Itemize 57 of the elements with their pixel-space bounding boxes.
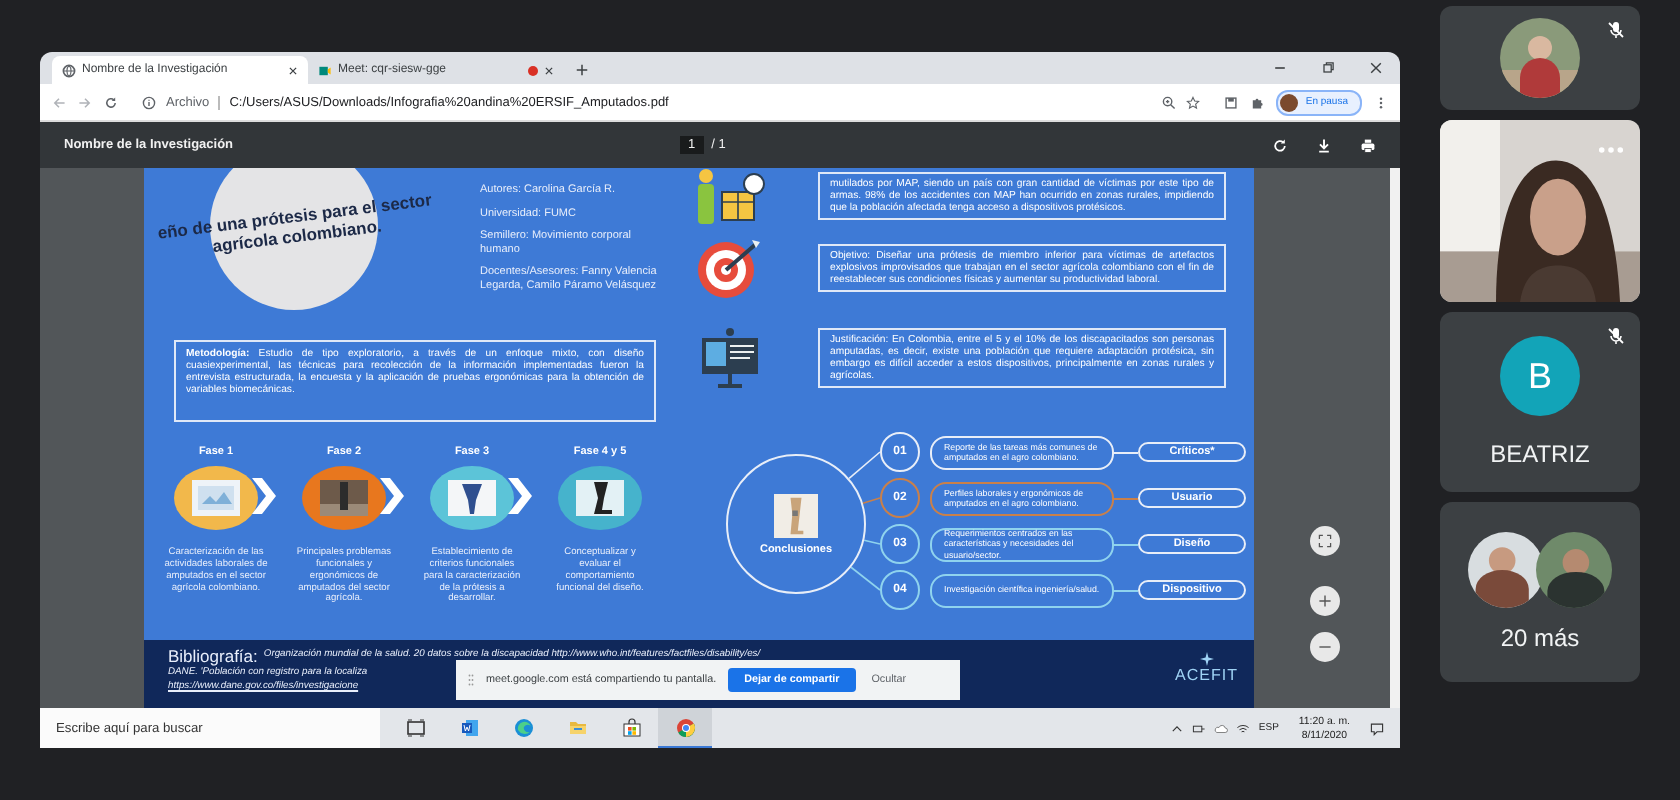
- grip-icon: [468, 674, 474, 686]
- connector-line: [863, 539, 881, 545]
- restore-icon[interactable]: [1320, 60, 1336, 76]
- chevron-arrow: [252, 478, 276, 514]
- cloud-icon[interactable]: [1214, 721, 1229, 735]
- new-tab-icon[interactable]: [576, 64, 588, 76]
- close-icon[interactable]: [1368, 60, 1384, 76]
- save-icon[interactable]: [1223, 95, 1238, 109]
- star-icon[interactable]: [1185, 95, 1200, 109]
- participant-tile[interactable]: B BEATRIZ: [1440, 312, 1640, 492]
- chrome-icon: [675, 717, 695, 737]
- shopping-bag-icon: [621, 718, 641, 738]
- more-participants-label[interactable]: 20 más: [1500, 624, 1580, 652]
- plus-icon: [1318, 594, 1332, 608]
- minus-icon: [1318, 640, 1332, 654]
- meet-icon: [318, 63, 332, 77]
- zoom-icon[interactable]: [1161, 95, 1176, 109]
- connector-line: [1114, 543, 1138, 545]
- star-logo-icon: [1199, 652, 1214, 666]
- fit-button[interactable]: [1310, 526, 1340, 556]
- participant-tile[interactable]: [1440, 6, 1640, 110]
- network-icon[interactable]: [1192, 721, 1207, 735]
- info-icon: [142, 95, 156, 109]
- taskbar-app[interactable]: [658, 708, 712, 748]
- task-view-icon: [405, 718, 425, 738]
- wifi-icon[interactable]: [1236, 721, 1251, 735]
- connector-line: [1114, 589, 1138, 591]
- close-icon[interactable]: [288, 65, 298, 75]
- rotate-icon[interactable]: [1272, 137, 1288, 153]
- reload-icon[interactable]: [104, 95, 118, 109]
- logo-text: ACEFIT: [1175, 666, 1238, 684]
- avatar-icon: [1279, 93, 1298, 111]
- chevron-arrow: [508, 478, 532, 514]
- avatar-initial: B: [1500, 336, 1580, 416]
- browser-swirl-icon: [513, 718, 533, 738]
- connector-line: [1114, 451, 1138, 453]
- zoom-out-button[interactable]: [1310, 632, 1340, 662]
- download-icon[interactable]: [1316, 137, 1332, 153]
- poster-title: eño de una prótesis para el sector agrícola colombiano.: [154, 188, 435, 260]
- close-icon[interactable]: [544, 65, 554, 75]
- document-icon: [459, 718, 479, 738]
- globe-icon: [62, 63, 76, 77]
- connector-line: [862, 497, 881, 505]
- notification-icon[interactable]: [1370, 721, 1384, 735]
- fit-icon: [1318, 534, 1332, 548]
- folder-icon: [567, 718, 587, 738]
- participant-tile[interactable]: 20 más: [1440, 502, 1640, 682]
- puzzle-icon[interactable]: [1249, 95, 1264, 109]
- bibliography-label: Bibliografía:: [168, 645, 258, 665]
- print-icon[interactable]: [1360, 137, 1376, 153]
- connector-line: [1114, 497, 1138, 499]
- connector-line: [850, 566, 881, 591]
- zoom-in-button[interactable]: [1310, 586, 1340, 616]
- menu-icon[interactable]: [1374, 95, 1388, 109]
- chevron-arrow: [380, 478, 404, 514]
- caret-icon[interactable]: [1170, 721, 1185, 735]
- participant-name: BEATRIZ: [1490, 440, 1590, 468]
